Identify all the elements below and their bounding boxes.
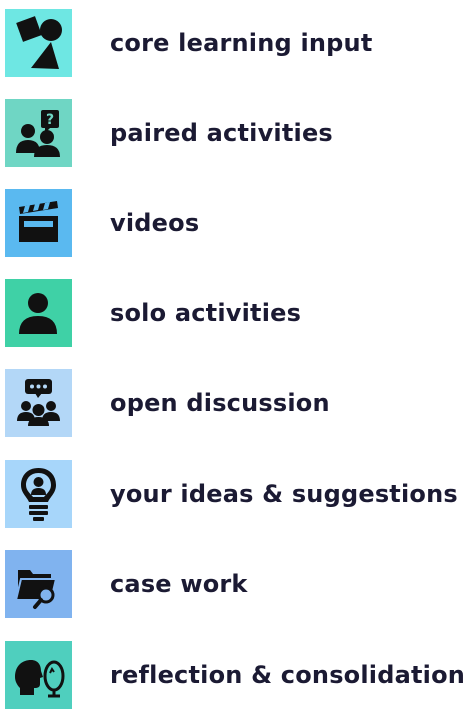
legend-label: videos — [110, 209, 200, 237]
legend-item-case-work: case work — [5, 550, 465, 618]
pair-question-icon: ? — [5, 99, 72, 167]
legend-label: reflection & consolidation — [110, 661, 466, 689]
lightbulb-icon — [5, 460, 72, 528]
legend-item-core-learning-input: core learning input — [5, 9, 465, 77]
legend-item-videos: videos — [5, 189, 465, 257]
legend-label: solo activities — [110, 299, 302, 327]
legend-label: paired activities — [110, 119, 333, 147]
legend-label: open discussion — [110, 389, 330, 417]
legend-item-open-discussion: open discussion — [5, 369, 465, 437]
legend-label: your ideas & suggestions — [110, 480, 458, 508]
reflection-head-icon — [5, 641, 72, 709]
shapes-icon — [5, 9, 72, 77]
legend-item-paired-activities: ? paired activities — [5, 99, 465, 167]
legend-label: case work — [110, 570, 248, 598]
svg-text:?: ? — [46, 112, 54, 128]
legend-label: core learning input — [110, 29, 373, 57]
legend-item-solo-activities: solo activities — [5, 279, 465, 347]
legend-item-reflection-consolidation: reflection & consolidation — [5, 641, 465, 709]
clapperboard-icon — [5, 189, 72, 257]
person-icon — [5, 279, 72, 347]
legend-item-ideas-suggestions: your ideas & suggestions — [5, 460, 465, 528]
group-chat-icon — [5, 369, 72, 437]
folder-search-icon — [5, 550, 72, 618]
